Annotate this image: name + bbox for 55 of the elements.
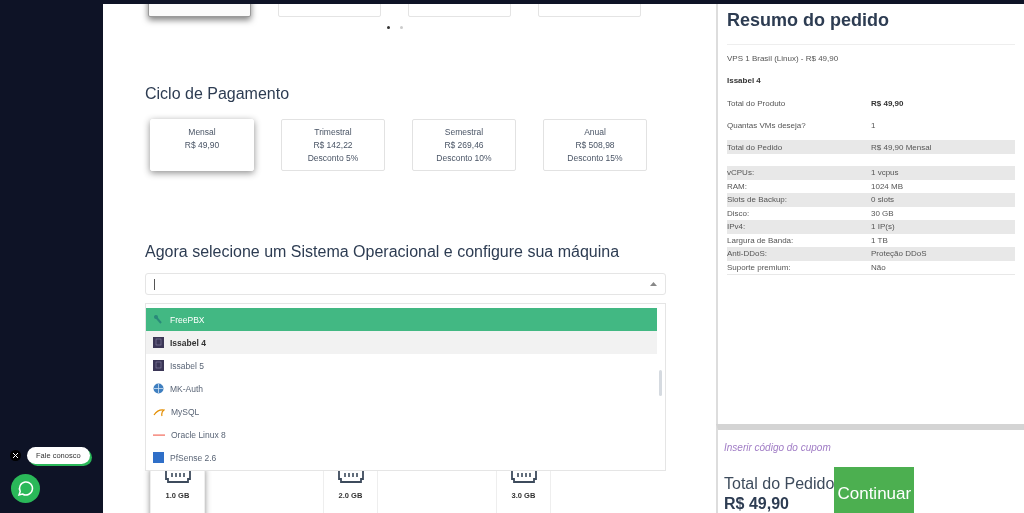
summary-value: R$ 49,90 [871, 98, 904, 108]
total-price: R$ 49,90 [724, 494, 790, 513]
spec-label: Disco: [727, 208, 751, 218]
billing-option[interactable]: Semestral R$ 269,46 Desconto 10% [412, 119, 516, 171]
summary-value: R$ 49,90 Mensal [871, 142, 932, 152]
spec-label: Suporte premium: [727, 262, 792, 272]
carousel-dot[interactable] [387, 26, 390, 29]
dropdown-option[interactable]: Oracle Linux 8 [146, 423, 657, 446]
spec-label: IPv4: [727, 222, 747, 232]
spec-value: Não [871, 262, 886, 272]
dropdown-option[interactable]: Issabel 4 [146, 331, 657, 354]
section-heading: Ciclo de Pagamento [145, 85, 291, 103]
square-logo-icon [153, 452, 164, 463]
memory-icon [337, 469, 364, 483]
summary-label: Total do Pedido [727, 142, 784, 152]
billing-option[interactable]: Mensal R$ 49,90 [150, 119, 254, 171]
summary-value: 1 [871, 120, 876, 130]
dropdown-option[interactable]: MK-Auth [146, 377, 657, 400]
spec-value: Proteção DDoS [871, 249, 927, 259]
os-select-field[interactable] [145, 273, 666, 295]
chat-bubble-icon[interactable] [11, 474, 40, 503]
spec-label: Slots de Backup: [727, 195, 789, 205]
summary-title: Resumo do pedido [727, 10, 890, 31]
scrollbar-thumb[interactable] [659, 370, 662, 396]
spec-value: 1024 MB [871, 181, 904, 191]
square-logo-icon [153, 360, 164, 371]
wrench-icon [153, 314, 164, 325]
dropdown-option[interactable]: Issabel 5 [146, 354, 657, 377]
spec-value: 1 IP(s) [871, 222, 895, 232]
dropdown-option[interactable]: PfSense 2.6 [146, 446, 657, 469]
spec-label: vCPUs: [727, 168, 756, 178]
globe-icon [153, 383, 164, 394]
spec-label: Largura de Banda: [727, 235, 795, 245]
coupon-link[interactable]: Inserir código do cupom [724, 442, 831, 453]
spec-value: 1 TB [871, 235, 888, 245]
product-name: VPS 1 Brasil (Linux) - R$ 49,90 [727, 54, 840, 63]
memory-icon [510, 469, 537, 483]
spec-value: 0 slots [871, 195, 895, 205]
close-icon[interactable] [10, 450, 21, 461]
section-heading: Agora selecione um Sistema Operacional e configure sua máquina [145, 243, 621, 261]
memory-icon [164, 469, 191, 483]
billing-option[interactable]: Trimestral R$ 142,22 Desconto 5% [281, 119, 385, 171]
summary-label: Total do Produto [727, 98, 787, 108]
dropdown-option[interactable]: MySQL [146, 400, 657, 423]
os-name: Issabel 4 [727, 76, 762, 85]
total-label: Total do Pedido [724, 474, 835, 493]
carousel-dot[interactable] [400, 26, 403, 29]
dolphin-icon [153, 406, 165, 417]
spec-label: Anti-DDoS: [727, 249, 768, 259]
square-logo-icon [153, 337, 164, 348]
billing-option[interactable]: Anual R$ 508,98 Desconto 15% [543, 119, 647, 171]
spec-label: RAM: [727, 181, 748, 191]
summary-label: Quantas VMs deseja? [727, 120, 807, 130]
spec-value: 1 vcpus [871, 168, 899, 178]
spec-value: 30 GB [871, 208, 894, 218]
